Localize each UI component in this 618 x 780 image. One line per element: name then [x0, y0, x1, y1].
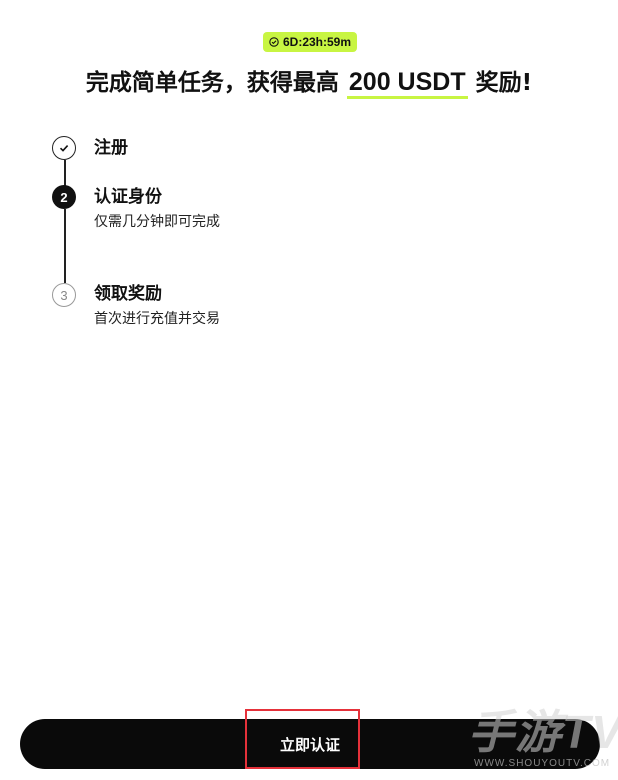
countdown-text: 6D:23h:59m [282, 35, 352, 49]
title-prefix: 完成简单任务，获得最高 [85, 70, 347, 96]
step-desc-verify: 仅需几分钟即可完成 [94, 214, 220, 230]
step-number-badge: 3 [52, 283, 76, 307]
page-title: 完成简单任务，获得最高 200 USDT 奖励! [0, 64, 618, 101]
clock-icon [269, 37, 279, 47]
checkmark-icon [59, 145, 69, 152]
verify-now-label: 立即认证 [279, 735, 340, 754]
step-desc-reward: 首次进行充值并交易 [94, 311, 220, 327]
step-title-reward: 领取奖励 [94, 284, 162, 304]
verify-now-button[interactable]: 立即认证 [20, 719, 600, 769]
step-title-verify: 认证身份 [94, 187, 162, 207]
countdown-badge: 6D:23h:59m [263, 32, 357, 52]
reward-amount: 200 USDT [346, 68, 468, 99]
step-connector-line [64, 209, 66, 283]
step-number-badge: 2 [52, 185, 76, 209]
step-complete-icon [52, 136, 76, 160]
title-suffix: 奖励! [467, 70, 533, 96]
step-connector-line [64, 160, 66, 186]
step-title-register: 注册 [94, 138, 128, 158]
